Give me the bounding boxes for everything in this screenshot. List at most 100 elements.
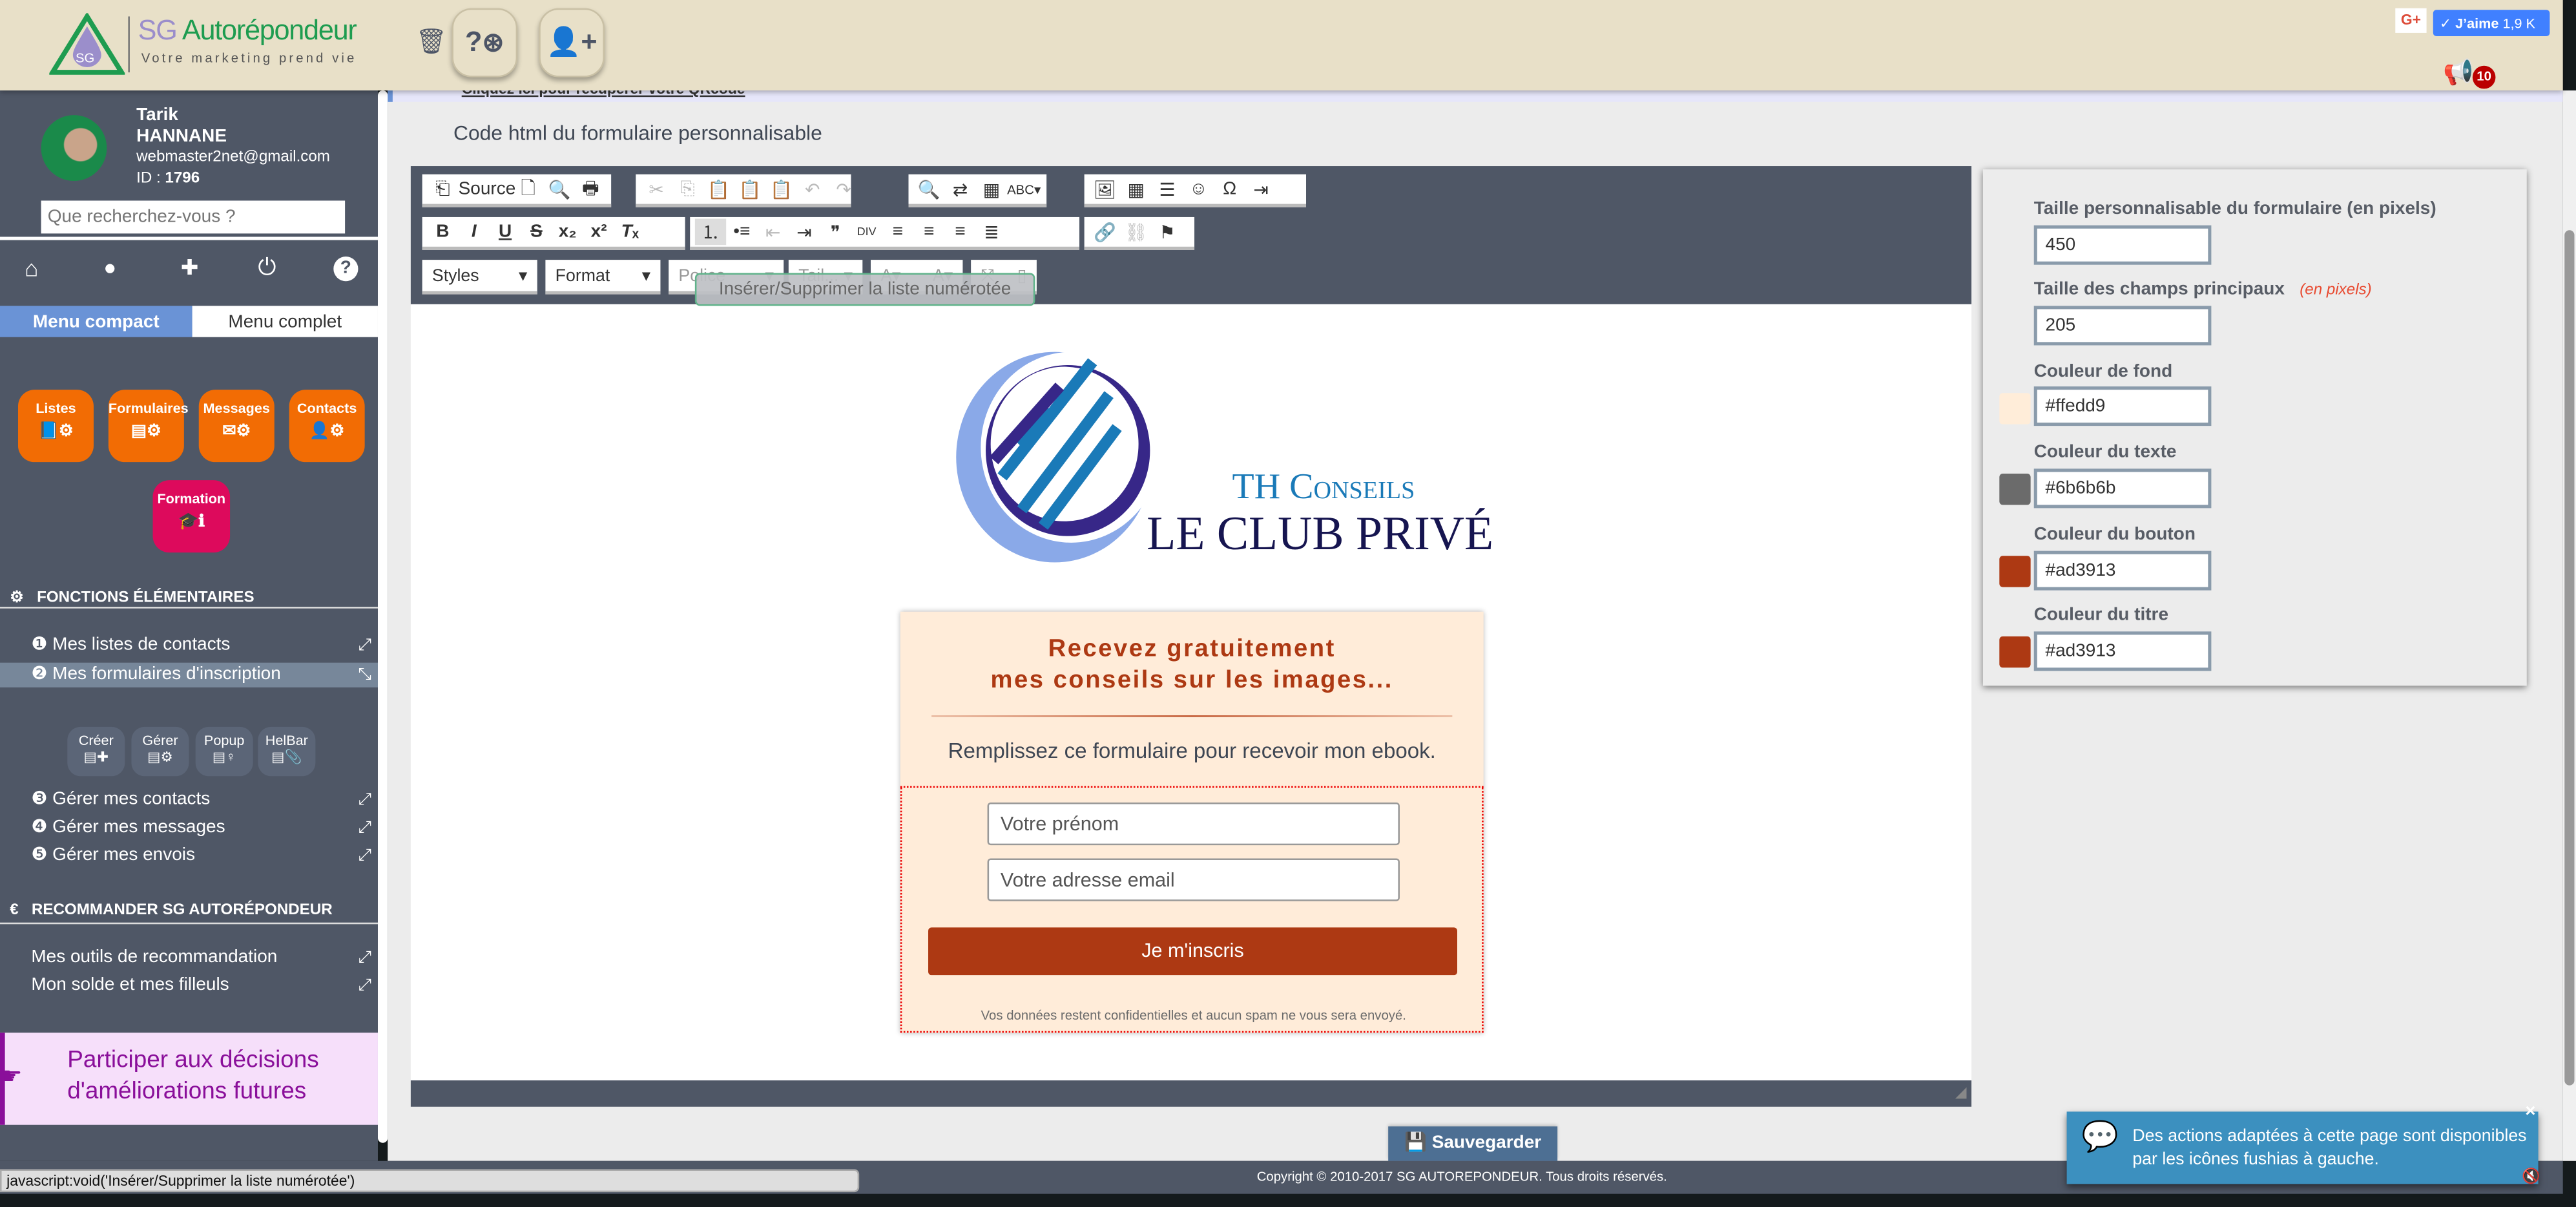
bg-color-swatch[interactable] bbox=[1999, 393, 2031, 425]
home-icon[interactable]: ⌂ bbox=[25, 255, 39, 281]
align-center-icon[interactable]: ≡ bbox=[913, 222, 944, 242]
bulleted-list-icon[interactable]: •≡ bbox=[726, 222, 757, 242]
subscribe-button[interactable]: Je m'inscris bbox=[928, 927, 1457, 976]
title-color-swatch[interactable] bbox=[1999, 636, 2031, 668]
align-right-icon[interactable]: ≡ bbox=[944, 222, 975, 242]
sidebar-item-messages[interactable]: ❹ Gérer mes messages ⤢ bbox=[0, 815, 378, 840]
find-icon[interactable]: 🔍 bbox=[913, 178, 944, 200]
expand-icon[interactable]: ⤢ bbox=[358, 844, 371, 868]
editor-resize-bar[interactable]: ◢ bbox=[410, 1080, 1972, 1107]
strike-icon[interactable]: S bbox=[521, 222, 552, 242]
button-color-input[interactable]: #ad3913 bbox=[2033, 551, 2212, 591]
tab-menu-compact[interactable]: Menu compact bbox=[0, 306, 192, 337]
search-input[interactable] bbox=[41, 200, 346, 234]
field-width-input[interactable]: 205 bbox=[2033, 306, 2212, 346]
title-color-input[interactable]: #ad3913 bbox=[2033, 631, 2212, 671]
mute-icon[interactable]: 🔇 bbox=[2522, 1168, 2540, 1186]
contacts-button[interactable]: Contacts 👤⚙ bbox=[289, 390, 365, 463]
user-icon[interactable]: ● bbox=[103, 255, 116, 279]
justify-icon[interactable]: ≣ bbox=[976, 221, 1007, 243]
paste-text-icon[interactable]: 📋 bbox=[734, 178, 765, 200]
sidebar-item-outils[interactable]: Mes outils de recommandation ⤢ bbox=[0, 945, 378, 970]
horizontal-line-icon[interactable]: ☰ bbox=[1152, 178, 1183, 200]
remove-format-icon[interactable]: Tₓ bbox=[614, 222, 645, 242]
brand-name[interactable]: SG Autorépondeur bbox=[138, 15, 357, 48]
redo-icon[interactable]: ↷ bbox=[828, 178, 859, 200]
undo-icon[interactable]: ↶ bbox=[797, 178, 828, 200]
sub-gerer-button[interactable]: Gérer ▤⚙ bbox=[131, 726, 189, 777]
numbered-list-icon[interactable]: ⒈ bbox=[694, 218, 727, 246]
sidebar-item-formulaires[interactable]: ❷ Mes formulaires d'inscription ⤡ bbox=[0, 662, 378, 687]
expand-icon[interactable]: ⤢ bbox=[358, 974, 371, 998]
trash-icon[interactable]: 🗑 bbox=[415, 26, 446, 56]
puzzle-icon[interactable]: ✚ bbox=[181, 255, 199, 281]
print-icon[interactable]: 🖶 bbox=[575, 173, 606, 204]
underline-icon[interactable]: U bbox=[490, 222, 521, 242]
scrollbar-thumb[interactable] bbox=[2564, 230, 2575, 1086]
anchor-flag-icon[interactable]: ⚑ bbox=[1152, 221, 1183, 243]
avatar[interactable] bbox=[41, 115, 107, 181]
unlink-icon[interactable]: ⛓ bbox=[1121, 221, 1152, 243]
outdent-icon[interactable]: ⇤ bbox=[758, 221, 789, 243]
expand-icon[interactable]: ⤢ bbox=[358, 788, 371, 812]
sidebar-scrollbar[interactable] bbox=[377, 90, 388, 1143]
page-scrollbar[interactable] bbox=[2562, 90, 2576, 1161]
select-all-icon[interactable]: ▦ bbox=[976, 178, 1007, 200]
power-icon[interactable]: ⏻ bbox=[258, 253, 276, 281]
spellcheck-icon[interactable]: ABC▾ bbox=[1007, 182, 1041, 196]
italic-icon[interactable]: I bbox=[459, 222, 490, 242]
bg-color-input[interactable]: #ffedd9 bbox=[2033, 386, 2212, 426]
new-page-icon[interactable]: 🗋 bbox=[513, 173, 544, 204]
formulaires-button[interactable]: Formulaires ▤⚙ bbox=[108, 390, 189, 463]
sidebar-item-solde[interactable]: Mon solde et mes filleuls ⤢ bbox=[0, 974, 378, 998]
email-input[interactable]: Votre adresse email bbox=[987, 858, 1400, 901]
button-color-swatch[interactable] bbox=[1999, 556, 2031, 587]
sub-popup-button[interactable]: Popup ▤♀ bbox=[195, 726, 253, 777]
expand-icon[interactable]: ⤢ bbox=[358, 633, 371, 658]
source-button[interactable]: Source bbox=[459, 179, 516, 199]
sidebar-item-contacts[interactable]: ❸ Gérer mes contacts ⤢ bbox=[0, 788, 378, 812]
image-icon[interactable]: 🖼 bbox=[1089, 178, 1120, 200]
promo-banner[interactable]: ☛ Participer aux décisions d'amélioratio… bbox=[0, 1033, 378, 1125]
copy-icon[interactable]: ⎘ bbox=[672, 178, 703, 200]
special-char-icon[interactable]: Ω bbox=[1214, 179, 1245, 199]
sidebar-item-listes[interactable]: ❶ Mes listes de contacts ⤢ bbox=[0, 633, 378, 658]
like-button[interactable]: ✓ J’aime 1,9 K bbox=[2433, 10, 2550, 36]
help-button[interactable]: ? ⊛ bbox=[452, 8, 518, 78]
styles-dropdown[interactable]: Styles ▾ bbox=[422, 260, 537, 295]
resize-grip-icon[interactable]: ◢ bbox=[1955, 1084, 1967, 1102]
qrcode-link[interactable]: Cliquez ici pour récupérer votre QRcode bbox=[462, 90, 745, 97]
expand-icon[interactable]: ⤢ bbox=[358, 945, 371, 970]
source-icon[interactable]: ⎗ bbox=[427, 178, 458, 200]
text-color-swatch[interactable] bbox=[1999, 473, 2031, 505]
smiley-icon[interactable]: ☺ bbox=[1183, 179, 1214, 199]
form-width-input[interactable]: 450 bbox=[2033, 225, 2212, 265]
text-color-input[interactable]: #6b6b6b bbox=[2033, 468, 2212, 509]
add-user-button[interactable]: 👤+ bbox=[539, 8, 605, 78]
blockquote-icon[interactable]: ❞ bbox=[820, 221, 851, 243]
bold-icon[interactable]: B bbox=[427, 222, 458, 242]
sidebar-item-envois[interactable]: ❺ Gérer mes envois ⤢ bbox=[0, 844, 378, 868]
save-button[interactable]: 💾 Sauvegarder bbox=[1388, 1126, 1558, 1161]
messages-button[interactable]: Messages ✉⚙ bbox=[198, 390, 275, 463]
close-icon[interactable]: × bbox=[2525, 1102, 2535, 1122]
indent-icon[interactable]: ⇥ bbox=[789, 221, 820, 243]
gplus-button[interactable]: G+ bbox=[2395, 8, 2427, 33]
paste-word-icon[interactable]: 📋 bbox=[765, 178, 796, 200]
table-icon[interactable]: ▦ bbox=[1121, 178, 1152, 200]
expand-icon[interactable]: ⤢ bbox=[358, 815, 371, 840]
sg-logo-icon[interactable]: SG bbox=[49, 13, 125, 76]
sub-helbar-button[interactable]: HelBar ▤📎 bbox=[258, 726, 316, 777]
listes-button[interactable]: Listes 📘⚙ bbox=[17, 390, 94, 463]
format-dropdown[interactable]: Format ▾ bbox=[545, 260, 661, 295]
collapse-icon[interactable]: ⤡ bbox=[358, 663, 371, 687]
tab-menu-complet[interactable]: Menu complet bbox=[192, 306, 378, 337]
preview-icon[interactable]: 🔍 bbox=[544, 178, 575, 200]
div-icon[interactable]: DIV bbox=[851, 226, 882, 238]
megaphone-icon[interactable]: 📢 bbox=[2443, 58, 2474, 87]
replace-icon[interactable]: ⇄ bbox=[944, 178, 975, 200]
formation-button[interactable]: Formation 🎓ℹ bbox=[152, 480, 231, 553]
align-left-icon[interactable]: ≡ bbox=[882, 222, 913, 242]
cut-icon[interactable]: ✂ bbox=[641, 178, 672, 200]
help-icon[interactable]: ? bbox=[333, 257, 358, 282]
